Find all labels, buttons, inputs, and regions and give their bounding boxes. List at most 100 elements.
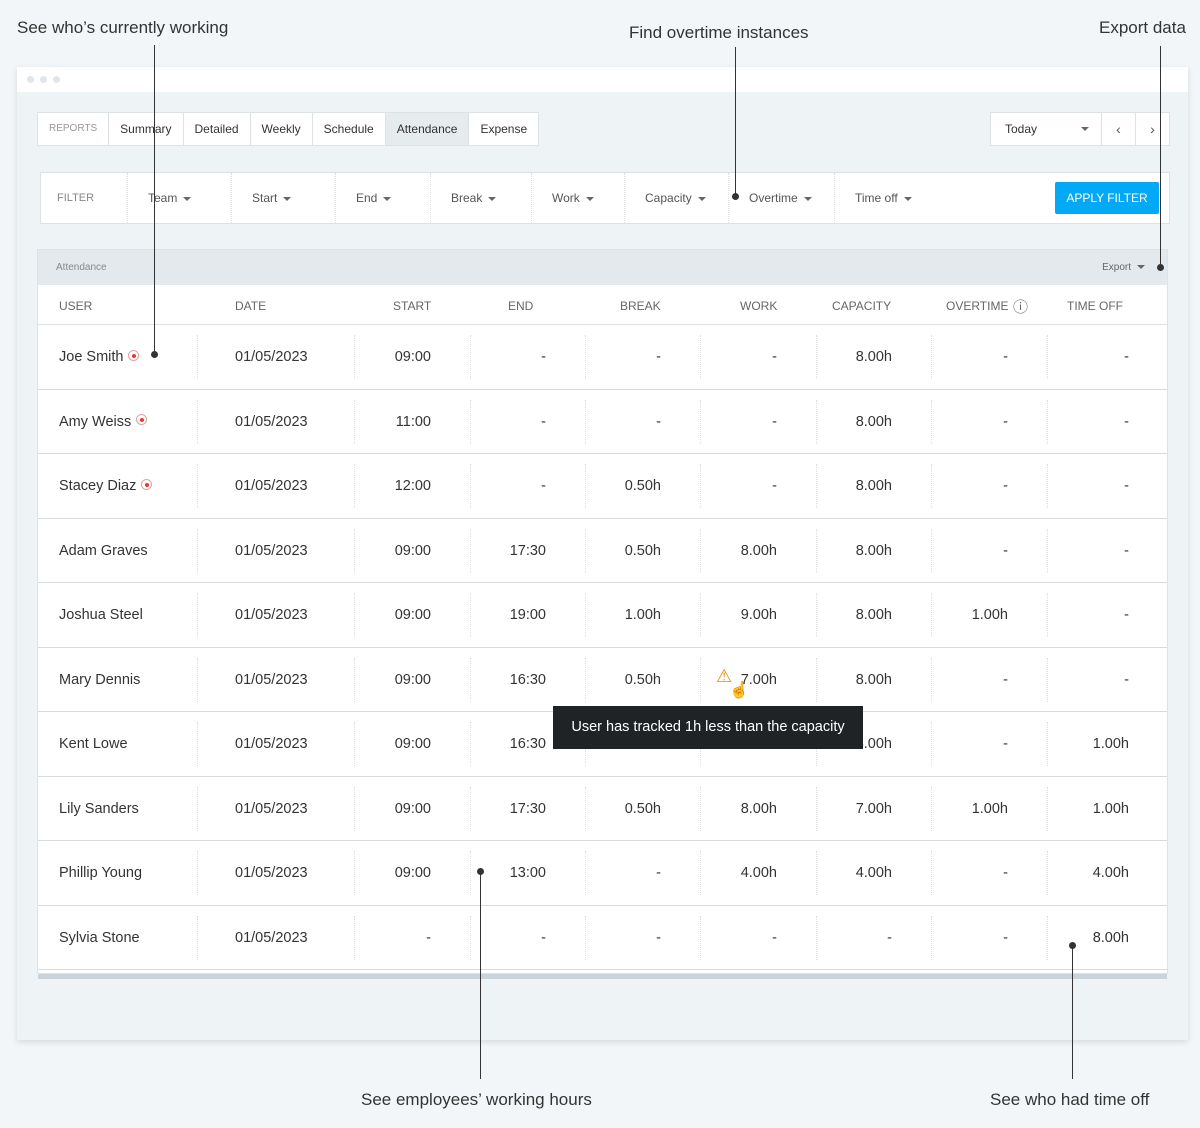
column-header-end[interactable]: END <box>508 299 533 313</box>
date-range-select[interactable]: Today <box>991 113 1101 145</box>
next-button[interactable]: › <box>1135 113 1169 145</box>
cell-end: - <box>541 413 546 430</box>
table-row: Phillip Young 01/05/2023 09:00 13:00 - 4.00h 4… <box>38 841 1167 906</box>
annotation-export: Export data <box>1099 18 1186 37</box>
column-divider <box>1047 593 1048 637</box>
column-divider <box>354 464 355 508</box>
column-divider <box>816 593 817 637</box>
info-icon[interactable]: ⓘ <box>1013 296 1028 317</box>
tooltip: User has tracked 1h less than the capaci… <box>553 706 863 749</box>
cell-capacity: 8.00h <box>855 349 892 365</box>
chevron-down-icon <box>1137 265 1145 270</box>
tab-attendance[interactable]: Attendance <box>384 113 469 145</box>
cell-end: - <box>541 349 546 365</box>
column-header-user[interactable]: USER <box>59 299 92 313</box>
cell-start: 09:00 <box>394 542 431 559</box>
column-divider <box>1047 915 1048 960</box>
column-divider <box>197 722 198 766</box>
cell-date: 01/05/2023 <box>235 607 308 623</box>
column-divider <box>197 915 198 960</box>
column-divider <box>931 528 932 573</box>
column-divider <box>931 335 932 379</box>
column-header-start[interactable]: START <box>393 299 431 313</box>
user-name-text: Phillip Young <box>59 865 143 881</box>
filter-start[interactable]: Start <box>231 173 335 223</box>
column-divider <box>354 528 355 573</box>
tab-detailed[interactable]: Detailed <box>182 113 250 145</box>
column-divider <box>585 464 586 508</box>
filter-overtime[interactable]: Overtime <box>728 173 834 223</box>
tab-schedule[interactable]: Schedule <box>311 113 385 145</box>
filter-break[interactable]: Break <box>430 173 531 223</box>
column-divider <box>700 335 701 379</box>
filter-label: Start <box>252 191 278 205</box>
horizontal-scrollbar[interactable] <box>38 974 1167 979</box>
cell-end: 16:30 <box>509 671 546 688</box>
column-header-break[interactable]: BREAK <box>620 299 661 313</box>
cell-overtime: - <box>1003 542 1008 559</box>
filter-time-off[interactable]: Time off <box>834 173 934 223</box>
filter-label: End <box>356 191 378 205</box>
prev-button[interactable]: ‹ <box>1101 113 1135 145</box>
table-row: Joe Smith 01/05/2023 09:00 - - - 8.00h - - <box>38 325 1167 390</box>
cell-start: 09:00 <box>394 800 431 817</box>
column-divider <box>700 851 701 895</box>
column-header-work[interactable]: WORK <box>740 299 777 313</box>
filter-team[interactable]: Team <box>127 173 231 223</box>
filter-label: Break <box>451 191 483 205</box>
column-divider <box>197 851 198 895</box>
chevron-down-icon <box>283 196 292 201</box>
column-header-time-off[interactable]: TIME OFF <box>1067 299 1123 313</box>
user-name-text: Kent Lowe <box>59 736 128 752</box>
cell-overtime: - <box>1003 478 1008 494</box>
cell-break: 0.50h <box>624 800 661 817</box>
tab-weekly[interactable]: Weekly <box>249 113 312 145</box>
column-divider <box>931 851 932 895</box>
column-header-capacity[interactable]: CAPACITY <box>832 299 891 313</box>
cell-time-off: - <box>1124 478 1129 494</box>
column-divider <box>700 786 701 831</box>
cell-end: 17:30 <box>509 800 546 817</box>
filter-label: Work <box>552 191 580 205</box>
column-divider <box>700 657 701 702</box>
export-button[interactable]: Export <box>1102 250 1145 285</box>
filter-label: Time off <box>855 191 898 205</box>
cell-date: 01/05/2023 <box>235 671 308 688</box>
table-row: Joshua Steel 01/05/2023 09:00 19:00 1.00h 9.0… <box>38 583 1167 648</box>
cell-break: 0.50h <box>624 671 661 688</box>
tab-summary[interactable]: Summary <box>108 113 182 145</box>
column-divider <box>931 786 932 831</box>
cell-work: - <box>772 929 777 946</box>
column-divider <box>700 399 701 444</box>
user-name-text: Sylvia Stone <box>59 929 140 946</box>
cell-time-off: 1.00h <box>1092 736 1129 752</box>
filter-capacity[interactable]: Capacity <box>624 173 728 223</box>
cell-end: 16:30 <box>509 736 546 752</box>
column-divider <box>470 915 471 960</box>
cell-date: 01/05/2023 <box>235 542 308 559</box>
column-divider <box>585 399 586 444</box>
column-divider <box>1047 657 1048 702</box>
column-divider <box>197 399 198 444</box>
cell-time-off: - <box>1124 607 1129 623</box>
cell-time-off: - <box>1124 349 1129 365</box>
column-divider <box>470 399 471 444</box>
cell-overtime: - <box>1003 865 1008 881</box>
column-divider <box>1047 786 1048 831</box>
column-header-date[interactable]: DATE <box>235 299 266 313</box>
table-row: Lily Sanders 01/05/2023 09:00 17:30 0.50h 8.0… <box>38 777 1167 841</box>
filter-work[interactable]: Work <box>531 173 624 223</box>
cell-start: 09:00 <box>394 607 431 623</box>
column-divider <box>931 399 932 444</box>
column-divider <box>354 399 355 444</box>
column-divider <box>816 915 817 960</box>
column-divider <box>816 657 817 702</box>
user-name: Amy Weiss <box>59 390 148 454</box>
cell-start: 09:00 <box>394 349 431 365</box>
column-divider <box>197 657 198 702</box>
live-indicator-icon <box>136 414 148 426</box>
filter-end[interactable]: End <box>335 173 430 223</box>
apply-filter-button[interactable]: APPLY FILTER <box>1055 182 1159 214</box>
tab-expense[interactable]: Expense <box>468 113 538 145</box>
column-header-overtime[interactable]: OVERTIME <box>946 299 1008 313</box>
